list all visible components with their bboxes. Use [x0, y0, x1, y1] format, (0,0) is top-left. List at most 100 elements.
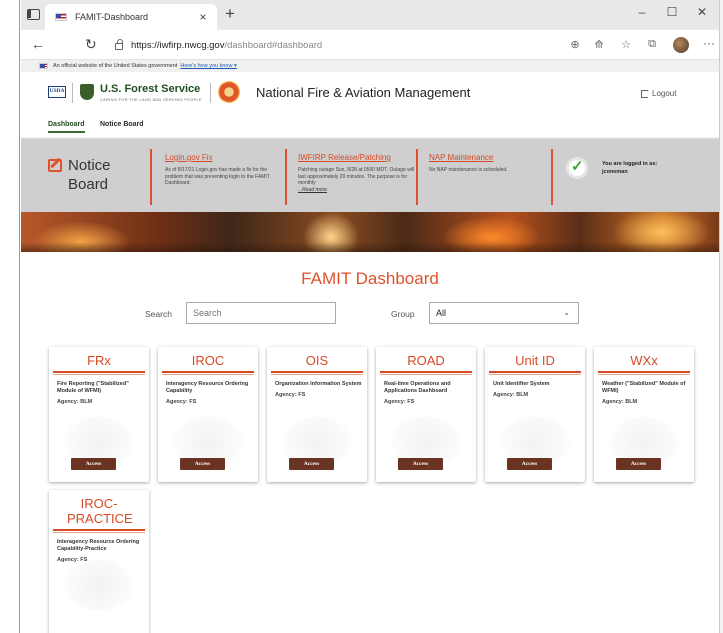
- nav-item-dashboard[interactable]: Dashboard: [48, 121, 85, 133]
- gov-banner-text: An official website of the United States…: [53, 63, 178, 69]
- app-card-agency: Agency: FS: [384, 399, 415, 405]
- profile-avatar-icon[interactable]: [673, 37, 689, 53]
- app-card-description: Real-time Operations and Applications Da…: [384, 381, 451, 394]
- gov-banner-link[interactable]: Here's how you know ▾: [180, 63, 236, 69]
- notice-divider: [285, 149, 287, 205]
- read-more-link[interactable]: ...Read more: [298, 187, 416, 193]
- notice-body: As of 8/17/21 Login.gov has made a fix f…: [165, 167, 270, 186]
- app-card-frx: FRx Fire Reporting ("Stabilized" Module …: [49, 347, 149, 482]
- address-bar: ← ↻ https://iwfirp.nwcg.gov /dashboard#d…: [21, 30, 719, 60]
- notice-divider: [416, 149, 418, 205]
- search-input[interactable]: [186, 302, 336, 324]
- notice-title[interactable]: NAP Maintenance: [429, 153, 547, 162]
- tab-actions-icon[interactable]: [27, 9, 40, 20]
- site-header: USDA U.S. Forest Service CARING FOR THE …: [21, 72, 719, 114]
- app-card-wxx: WXx Weather ("Stabilized" Module of WFMI…: [594, 347, 694, 482]
- app-card-road: ROAD Real-time Operations and Applicatio…: [376, 347, 476, 482]
- notice-body: No NAP maintenance is scheduled.: [429, 167, 508, 173]
- dashboard-section: FAMIT Dashboard Search Group All ⌄ FRx F…: [21, 252, 719, 633]
- app-card-agency: Agency: BLM: [602, 399, 638, 405]
- access-button[interactable]: Access: [398, 458, 443, 470]
- app-card-agency: Agency: BLM: [57, 399, 93, 405]
- desktop-left-edge: [0, 0, 20, 633]
- notice-item: Login.gov Fix As of 8/17/21 Login.gov ha…: [165, 153, 283, 187]
- app-card-agency: Agency: FS: [275, 392, 306, 398]
- usda-logo[interactable]: USDA: [48, 86, 66, 98]
- zoom-icon[interactable]: ⊕: [567, 38, 583, 51]
- check-icon: [566, 157, 588, 179]
- tab-close-button[interactable]: ×: [195, 10, 211, 24]
- maximize-button[interactable]: ☐: [660, 5, 684, 19]
- gov-banner: An official website of the United States…: [21, 60, 719, 72]
- app-card-description: Unit Identifier System: [493, 381, 550, 387]
- forest-service-tagline: CARING FOR THE LAND AND SERVING PEOPLE: [100, 98, 202, 102]
- fire-aviation-logo-icon[interactable]: [218, 81, 240, 103]
- app-card-ois: OIS Organization Information System Agen…: [267, 347, 367, 482]
- logout-icon: [641, 87, 650, 98]
- logout-link[interactable]: Logout: [641, 87, 676, 98]
- favorite-icon[interactable]: ☆: [618, 38, 634, 51]
- access-button[interactable]: Access: [616, 458, 661, 470]
- login-status-text: You are logged in as: jconeman: [602, 161, 658, 175]
- app-card-title: WXx: [630, 353, 658, 368]
- tab-title: FAMIT-Dashboard: [75, 12, 149, 22]
- favicon-flag-icon: [55, 13, 67, 21]
- app-card-title: FRx: [87, 353, 111, 368]
- group-label: Group: [391, 309, 415, 319]
- app-card-description: Weather ("Stabilized" Module of WFMI): [602, 381, 686, 394]
- browser-window: FAMIT-Dashboard × + ‒ ☐ ✕ ← ↻ https://iw…: [21, 0, 719, 633]
- us-flag-icon: [39, 63, 48, 69]
- access-button[interactable]: Access: [507, 458, 552, 470]
- notice-item: NAP Maintenance No NAP maintenance is sc…: [429, 153, 547, 174]
- app-card-agency: Agency: FS: [57, 557, 88, 563]
- app-card-agency: Agency: FS: [166, 399, 197, 405]
- notice-divider: [150, 149, 152, 205]
- forest-service-name[interactable]: U.S. Forest Service: [100, 83, 200, 95]
- app-card-description: Organization Information System: [275, 381, 362, 387]
- dashboard-title: FAMIT Dashboard: [301, 269, 439, 288]
- reload-button[interactable]: ↻: [85, 36, 97, 53]
- nav-item-notice-board[interactable]: Notice Board: [100, 121, 144, 128]
- login-status: You are logged in as: jconeman: [566, 157, 682, 179]
- notice-board-heading: Notice Board: [48, 156, 148, 194]
- edit-icon: [48, 159, 62, 172]
- app-card-iroc-practice: IROC-PRACTICE Interagency Resource Order…: [49, 490, 149, 633]
- group-select[interactable]: All ⌄: [429, 302, 579, 324]
- notice-title[interactable]: Login.gov Fix: [165, 153, 283, 162]
- new-tab-button[interactable]: +: [225, 4, 235, 24]
- group-select-value: All: [436, 308, 447, 318]
- browser-tab[interactable]: FAMIT-Dashboard ×: [45, 4, 217, 30]
- minimize-button[interactable]: ‒: [630, 5, 654, 19]
- site-nav: Dashboard Notice Board: [21, 114, 719, 138]
- app-card-title: ROAD: [407, 353, 445, 368]
- lock-icon[interactable]: [115, 39, 123, 50]
- notice-body: Patching outage Sun, 8/28 at 0500 MDT. O…: [298, 167, 415, 186]
- forest-service-shield-icon[interactable]: [80, 84, 94, 100]
- read-aloud-icon[interactable]: ⟰: [591, 38, 607, 51]
- access-button[interactable]: Access: [71, 458, 116, 470]
- more-menu-icon[interactable]: ···: [703, 36, 715, 50]
- app-card-title: Unit ID: [515, 353, 555, 368]
- app-card-title: OIS: [305, 353, 329, 368]
- tab-strip: FAMIT-Dashboard × + ‒ ☐ ✕: [21, 0, 719, 30]
- app-card-iroc: IROC Interagency Resource Ordering Capab…: [158, 347, 258, 482]
- header-divider: [72, 83, 73, 103]
- collections-icon[interactable]: ⧉: [644, 38, 660, 51]
- notice-title[interactable]: IWFIRP Release/Patching: [298, 153, 416, 162]
- search-label: Search: [145, 309, 172, 319]
- window-close-button[interactable]: ✕: [690, 5, 714, 19]
- back-button[interactable]: ←: [31, 36, 45, 52]
- access-button[interactable]: Access: [289, 458, 334, 470]
- app-card-description: Fire Reporting ("Stabilized" Module of W…: [57, 381, 129, 394]
- url-field[interactable]: https://iwfirp.nwcg.gov /dashboard#dashb…: [115, 35, 565, 55]
- app-card-agency: Agency: BLM: [493, 392, 529, 398]
- access-button[interactable]: Access: [180, 458, 225, 470]
- notice-board-title: Notice Board: [68, 157, 111, 193]
- site-title: National Fire & Aviation Management: [256, 85, 471, 100]
- notice-divider: [551, 149, 553, 205]
- notice-board-section: Notice Board Login.gov Fix As of 8/17/21…: [21, 138, 719, 212]
- chevron-down-icon: ⌄: [563, 308, 570, 317]
- header-divider: [210, 83, 211, 103]
- app-card-title: IROC: [191, 353, 225, 368]
- app-card-unit-id: Unit ID Unit Identifier System Agency: B…: [485, 347, 585, 482]
